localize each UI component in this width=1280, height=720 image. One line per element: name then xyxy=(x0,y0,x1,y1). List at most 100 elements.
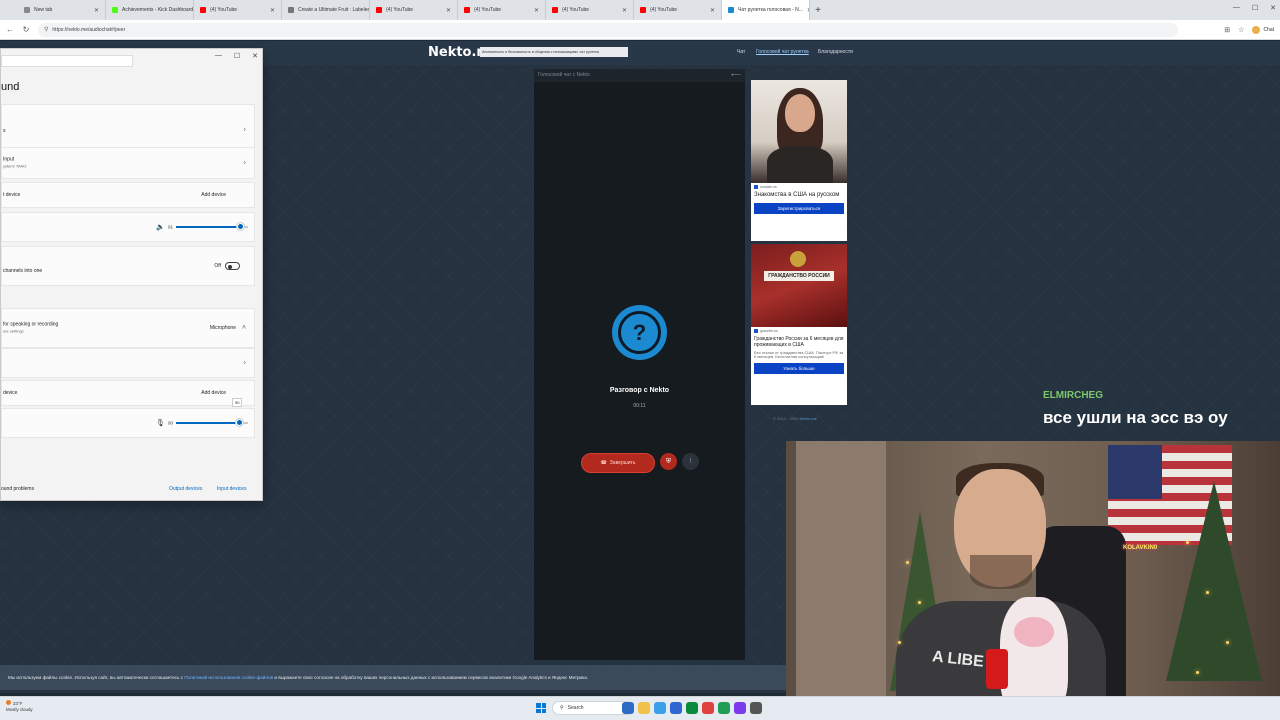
pair-output-label: t device xyxy=(3,191,21,198)
close-icon[interactable]: ✕ xyxy=(252,52,258,60)
ad-learn-more-button[interactable]: Узнать больше xyxy=(754,363,844,375)
minimize-icon[interactable]: — xyxy=(1233,4,1240,12)
mono-audio-toggle[interactable] xyxy=(225,262,240,270)
volume-tooltip: 90 xyxy=(232,398,243,407)
maximize-icon[interactable]: ☐ xyxy=(1252,4,1258,12)
input-devices-link[interactable]: Input devices xyxy=(217,486,246,492)
voice-chat-panel: Голосовой чат с Nekto ⟵ ? Разговор с Nek… xyxy=(534,69,745,660)
conversation-status: Разговор с Nekto xyxy=(609,387,670,394)
output-volume-slider[interactable] xyxy=(176,223,248,230)
add-device-button[interactable]: Add device xyxy=(201,192,226,198)
tab-close-icon[interactable]: ✕ xyxy=(710,7,715,14)
tab-favicon-icon xyxy=(112,7,118,13)
site-info-icon[interactable]: ⚲ xyxy=(44,26,48,33)
taskbar-app-icon[interactable] xyxy=(750,702,762,714)
tab-favicon-icon xyxy=(24,7,30,13)
call-timer: 00:11 xyxy=(633,403,646,409)
input-device-sub: ystem/ TAAO xyxy=(3,163,27,168)
copyright-text: © 2014 - 2024 xyxy=(773,416,799,421)
back-icon[interactable]: ← xyxy=(6,25,14,34)
input-device-label: Input xyxy=(3,156,15,163)
reload-icon[interactable]: ↻ xyxy=(22,25,30,34)
microphone-icon[interactable]: 🎙 xyxy=(156,419,165,427)
hang-up-icon: ☎ xyxy=(600,460,607,466)
taskbar-apps xyxy=(622,702,762,714)
chat-message: все ушли на эсс вэ оу xyxy=(1043,408,1228,427)
url-field[interactable]: ⚲ https://nekto.me/audiochat#/peer xyxy=(38,22,1178,37)
taskbar-app-icon[interactable] xyxy=(622,702,634,714)
input-section-header[interactable]: for speaking or recording ore settings M… xyxy=(1,308,255,348)
stream-chat-overlay: ELMIRCHEG все ушли на эсс вэ оу xyxy=(1034,384,1280,440)
pair-input-device-row: device Add device xyxy=(1,380,255,406)
end-call-button[interactable]: ☎ Завершить xyxy=(581,453,655,473)
search-label: Search xyxy=(567,705,584,711)
maximize-icon[interactable]: ☐ xyxy=(234,52,240,60)
ad-card-dating[interactable]: rusdate.us Знакомства в США на русском З… xyxy=(751,80,847,241)
site-tagline: Анонимность и безопасность в общении с н… xyxy=(480,47,628,57)
tab-label: Create a Ultimate Fruit : Labeled xyxy=(298,7,370,13)
tab-label: (4) YouTube xyxy=(650,7,678,13)
pair-output-device-row: t device Add device xyxy=(1,182,255,208)
profile-button[interactable]: Chat xyxy=(1252,25,1274,34)
nav-chat[interactable]: Чат xyxy=(737,49,745,55)
cookie-policy-link[interactable]: Политикой использования cookie-файлов xyxy=(184,675,273,680)
troubleshoot-link[interactable]: ound problems xyxy=(1,486,34,492)
tab-close-icon[interactable]: ✕ xyxy=(622,7,627,14)
browser-tab[interactable]: (4) YouTube ✕ xyxy=(194,0,282,20)
input-device-row[interactable]: Input ystem/ TAAO › xyxy=(1,147,255,179)
report-button[interactable]: ⛨ xyxy=(660,453,677,470)
taskbar-app-icon[interactable] xyxy=(702,702,714,714)
tab-close-icon[interactable]: ✕ xyxy=(270,7,275,14)
footer-link[interactable]: Nekto.me xyxy=(800,416,817,421)
browser-tab[interactable]: (4) YouTube ✕ xyxy=(458,0,546,20)
weather-widget[interactable]: 33°F Mostly cloudy xyxy=(6,700,33,712)
taskbar-app-icon[interactable] xyxy=(638,702,650,714)
ad-description: Без отказа от гражданства США. Паспорт Р… xyxy=(754,349,844,360)
tab-favicon-icon xyxy=(552,7,558,13)
browser-tab[interactable]: New tab ✕ xyxy=(18,0,106,20)
back-arrow-icon[interactable]: ⟵ xyxy=(731,71,741,79)
tab-label: (4) YouTube xyxy=(474,7,502,13)
ad-source: gracefer.us xyxy=(751,327,847,335)
settings-search-input[interactable] xyxy=(1,55,133,67)
input-section-text: for speaking or recording ore settings xyxy=(3,322,58,335)
new-tab-button[interactable]: + xyxy=(810,5,826,16)
minimize-icon[interactable]: — xyxy=(215,52,222,60)
browser-tab-strip: New tab✕Achievements - Kick Dashboard✕(4… xyxy=(0,0,1280,20)
browser-tab[interactable]: (4) YouTube ✕ xyxy=(546,0,634,20)
tab-label: Чат рулетка голосовая - N... xyxy=(738,7,803,13)
ad-card-citizenship[interactable]: ГРАЖДАНСТВО РОССИИ gracefer.us Гражданст… xyxy=(751,244,847,405)
browser-tab[interactable]: Чат рулетка голосовая - N...✕ xyxy=(722,0,810,20)
tab-close-icon[interactable]: ✕ xyxy=(446,7,451,14)
taskbar-app-icon[interactable] xyxy=(734,702,746,714)
extensions-icon[interactable]: ⊞ xyxy=(1224,26,1230,34)
speaker-icon[interactable]: 🔈 xyxy=(156,223,165,231)
taskbar-app-icon[interactable] xyxy=(670,702,682,714)
microphone-row[interactable]: › xyxy=(1,348,255,378)
start-button[interactable] xyxy=(536,703,546,713)
tab-close-icon[interactable]: ✕ xyxy=(94,7,99,14)
sound-settings-window: — ☐ ✕ und s › Input ystem/ TAAO › t devi… xyxy=(0,48,263,501)
browser-tab[interactable]: Achievements - Kick Dashboard✕ xyxy=(106,0,194,20)
ad-register-button[interactable]: Зарегистрироваться xyxy=(754,202,844,214)
tab-label: New tab xyxy=(34,7,53,13)
info-button[interactable]: ! xyxy=(682,453,699,470)
tab-favicon-icon xyxy=(376,7,382,13)
nav-voice-chat[interactable]: Голосовой чат рулетка xyxy=(756,49,809,55)
output-volume-row: 🔈 91 xyxy=(1,212,255,242)
output-devices-link[interactable]: Output devices xyxy=(169,486,202,492)
input-volume-slider[interactable] xyxy=(176,419,248,426)
address-bar-row: ← ↻ ⚲ https://nekto.me/audiochat#/peer ⊞… xyxy=(0,20,1280,40)
tab-label: Achievements - Kick Dashboard xyxy=(122,7,194,13)
browser-tab[interactable]: (4) YouTube ✕ xyxy=(634,0,722,20)
add-input-device-button[interactable]: Add device xyxy=(201,390,226,396)
taskbar-app-icon[interactable] xyxy=(686,702,698,714)
browser-tab[interactable]: (4) YouTube ✕ xyxy=(370,0,458,20)
bookmark-star-icon[interactable]: ☆ xyxy=(1238,26,1244,34)
tab-close-icon[interactable]: ✕ xyxy=(534,7,539,14)
taskbar-app-icon[interactable] xyxy=(718,702,730,714)
taskbar-app-icon[interactable] xyxy=(654,702,666,714)
nav-thanks[interactable]: Благодарности xyxy=(818,49,853,55)
browser-tab[interactable]: Create a Ultimate Fruit : Labeled✕ xyxy=(282,0,370,20)
close-icon[interactable]: ✕ xyxy=(1270,4,1276,12)
